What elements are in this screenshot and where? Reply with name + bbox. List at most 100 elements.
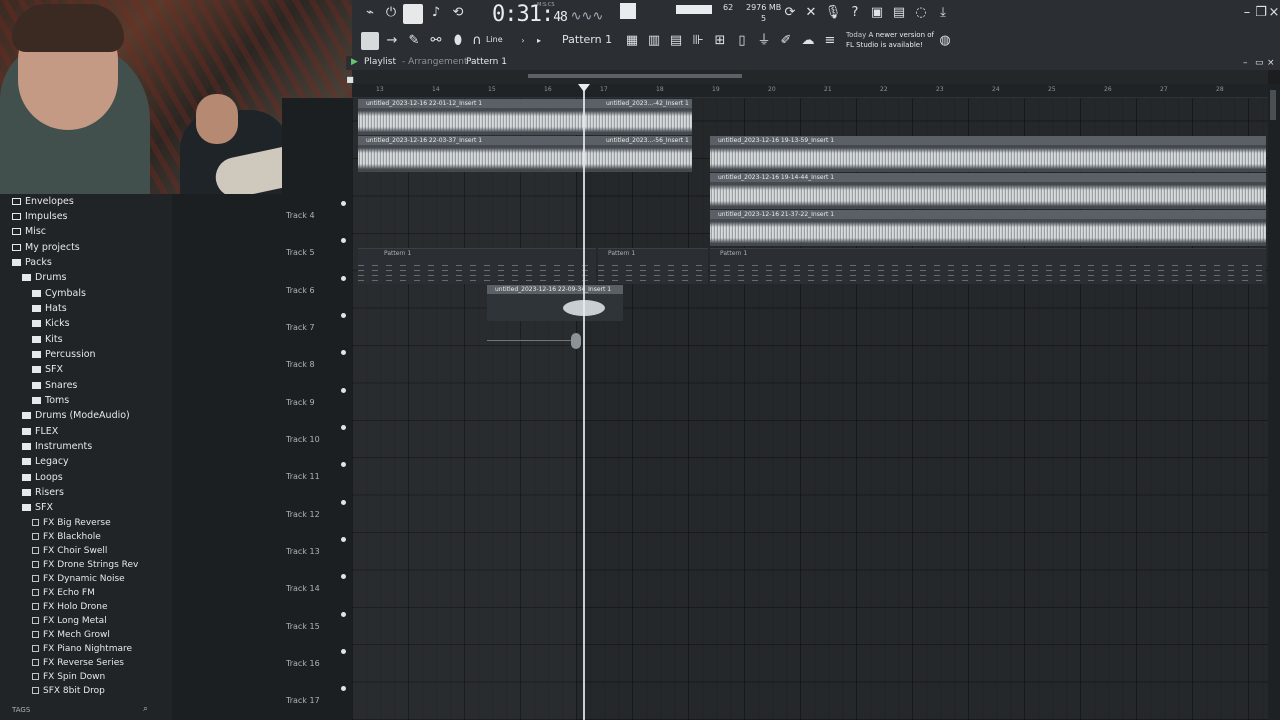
metronome-icon[interactable]: ⌁ [361,4,379,22]
track-label[interactable]: Track 6 [286,286,315,295]
track-label[interactable]: Track 10 [286,435,320,444]
browser-folder-flex[interactable]: FLEX [22,425,58,439]
browser-file-item[interactable]: FX Blackhole [32,530,101,544]
plugin-icon[interactable]: ⏚ [755,32,773,50]
playlist-minimize-icon[interactable]: – [1243,58,1248,68]
browser-folder-sfx[interactable]: SFX [22,501,53,515]
stamp-icon[interactable]: ⬮ [449,32,467,50]
cloud-icon[interactable]: ☁ [799,32,817,50]
pattern-selector[interactable]: Pattern 1 [562,33,612,46]
track-mute-dot[interactable] [341,462,346,467]
browser-file-item[interactable]: FX Dynamic Noise [32,572,125,586]
browser-file-item[interactable]: FX Holo Drone [32,600,108,614]
browser-folder-legacy[interactable]: Legacy [22,455,69,469]
browser-file-item[interactable]: FX Choir Swell [32,544,107,558]
countdown-toggle-button[interactable] [403,4,423,24]
browser-folder-loops[interactable]: Loops [22,471,63,485]
news-panel[interactable]: Today A newer version of FL Studio is ava… [846,30,934,50]
link-icon[interactable]: ⚯ [427,32,445,50]
list-icon[interactable]: ≡ [821,32,839,50]
audio-clip[interactable]: untitled_2023-12-16 21-37-22_Insert 1 [710,210,1266,246]
browser-folder-kits[interactable]: Kits [32,333,63,347]
help-icon[interactable]: ? [846,4,864,22]
browser-folder-kicks[interactable]: Kicks [32,317,70,331]
song-position-display[interactable]: 0:31:48 [492,2,568,27]
track-mute-dot[interactable] [341,238,346,243]
browser-file-item[interactable]: FX Echo FM [32,586,95,600]
globe-icon[interactable]: ◍ [936,32,954,50]
track-mute-dot[interactable] [341,500,346,505]
track-label[interactable]: Track 16 [286,659,320,668]
track-label[interactable]: Track 17 [286,696,320,705]
browser-folder-drums[interactable]: Drums [22,271,66,285]
browser-folder-drums-sfx[interactable]: SFX [32,363,63,377]
browser-folder-my-projects[interactable]: My projects [12,241,80,255]
browser-folder-hats[interactable]: Hats [32,302,67,316]
chat-icon[interactable]: ◌ [912,4,930,22]
audio-clip[interactable]: untitled_2023-12-16 22-03-37_Insert 1 [358,136,598,172]
browser-file-item[interactable]: FX Big Reverse [32,516,111,530]
track-mute-dot[interactable] [341,201,346,206]
playlist-pattern-selector[interactable]: Pattern 1 [466,57,507,67]
wait-for-input-icon[interactable]: ⏻ [382,4,400,22]
browser-folder-percussion[interactable]: Percussion [32,348,96,362]
browser-folder-packs[interactable]: Packs [12,256,52,270]
horizontal-scrollbar[interactable] [352,70,1268,84]
tools-icon[interactable]: ✕ [802,4,820,22]
pencil-icon[interactable]: ✎ [405,32,423,50]
pattern-clip[interactable]: Pattern 1 [358,248,596,284]
vertical-scrollbar[interactable] [1268,84,1280,720]
track-mute-dot[interactable] [341,313,346,318]
track-mute-dot[interactable] [341,537,346,542]
search-icon[interactable]: ⌕ [143,704,148,714]
playlist-toggle-button[interactable] [361,32,379,50]
track-label[interactable]: Track 4 [286,211,315,220]
track-mute-dot[interactable] [341,388,346,393]
track-mute-dot[interactable] [341,649,346,654]
browser-folder-toms[interactable]: Toms [32,394,69,408]
browser-file-item[interactable]: FX Spin Down [32,670,105,684]
browser-folder-risers[interactable]: Risers [22,486,64,500]
playlist-close-icon[interactable]: × [1267,58,1275,68]
close-window-icon[interactable]: × [1265,4,1280,22]
refresh-icon[interactable]: ⟳ [781,4,799,22]
audio-clip[interactable]: untitled_2023-12-16 19-13-59_Insert 1 [710,136,1266,172]
track-mute-dot[interactable] [341,686,346,691]
timeline-ruler[interactable]: 13 14 15 16 17 18 19 20 21 22 23 24 25 2… [352,84,1268,98]
playlist-maximize-icon[interactable]: ▭ [1255,58,1264,68]
blend-notes-icon[interactable]: ♪ [427,4,445,22]
track-label[interactable]: Track 14 [286,584,320,593]
mixer-icon[interactable]: ▦ [623,32,641,50]
audio-clip[interactable]: untitled_2023...-42_Insert 1 [598,99,692,135]
playlist-play-icon[interactable]: ▶ [351,57,358,67]
track-mute-dot[interactable] [341,612,346,617]
track-label[interactable]: Track 8 [286,360,315,369]
save-icon[interactable]: ▣ [868,4,886,22]
faders-icon[interactable]: ⊪ [689,32,707,50]
playhead[interactable] [583,84,585,720]
playhead-marker-icon[interactable] [578,84,590,92]
browser-file-item[interactable]: FX Long Metal [32,614,107,628]
browser-file-item[interactable]: SFX 8bit Drop [32,684,105,698]
track-label[interactable]: Track 11 [286,472,320,481]
browser-folder-impulses[interactable]: Impulses [12,210,68,224]
microphone-icon[interactable]: 🎙 [824,4,842,22]
arrow-right-icon[interactable]: → [383,32,401,50]
pattern-clip[interactable]: Pattern 1 [710,248,1266,284]
audio-clip[interactable]: untitled_2023-12-16 19-14-44_Insert 1 [710,173,1266,209]
piano-roll-icon[interactable]: ▤ [667,32,685,50]
browser-file-item[interactable]: FX Piano Nightmare [32,642,132,656]
clipboard-icon[interactable]: ▯ [733,32,751,50]
loop-record-icon[interactable]: ⟲ [449,4,467,22]
browser-folder-misc[interactable]: Misc [12,225,46,239]
brush-icon[interactable]: ✐ [777,32,795,50]
track-label[interactable]: Track 5 [286,248,315,257]
track-label[interactable]: Track 9 [286,398,315,407]
audio-clip[interactable]: untitled_2023-12-16 22-09-34_Insert 1 [487,285,623,321]
play-pattern-icon[interactable]: ▸ [530,32,548,50]
browser-folder-drums-modeaudio[interactable]: Drums (ModeAudio) [22,409,130,423]
download-icon[interactable]: ⤓ [934,4,952,22]
browser-folder-cymbals[interactable]: Cymbals [32,287,86,301]
snap-mode-select[interactable]: Line [486,35,503,44]
render-icon[interactable]: ▤ [890,4,908,22]
